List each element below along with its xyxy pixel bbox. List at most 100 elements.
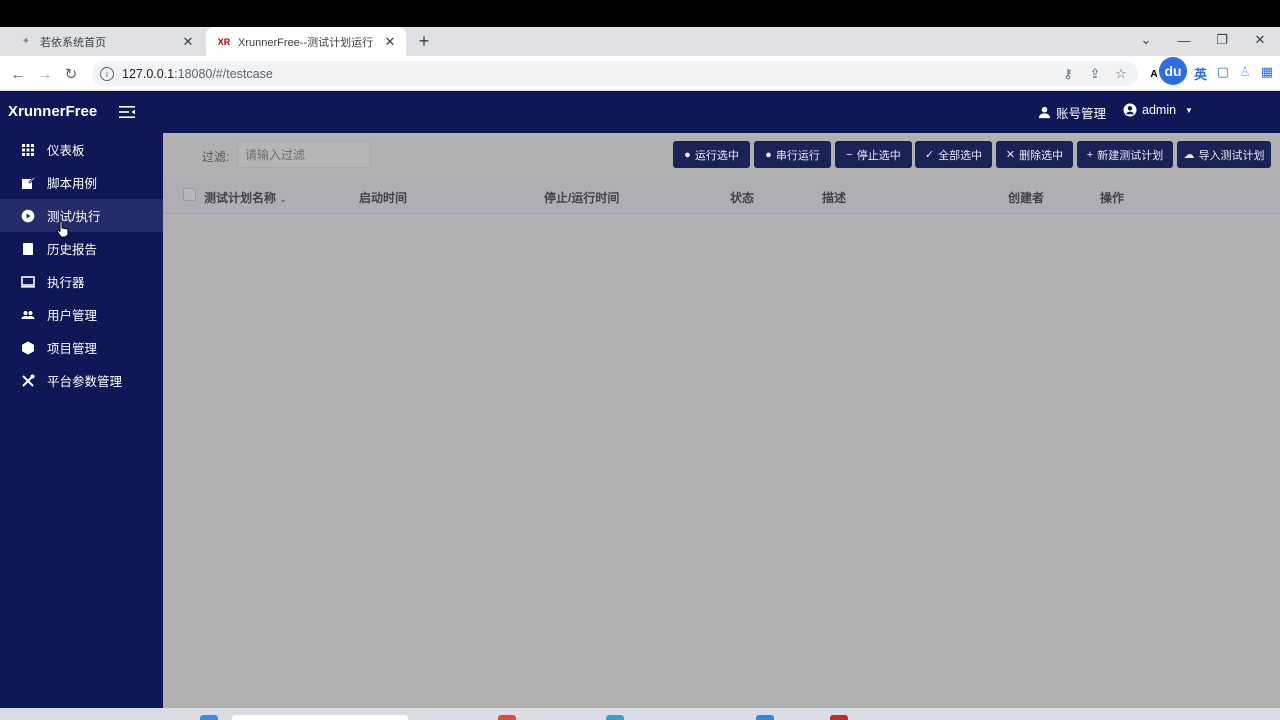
select-all-button[interactable]: ✓ 全部选中 <box>915 141 992 168</box>
button-label: 全部选中 <box>938 149 983 162</box>
column-header-start-time: 启动时间 <box>359 191 408 205</box>
address-bar[interactable]: i 127.0.0.1:18080/#/testcase <box>92 61 1138 86</box>
table-header: 测试计划名称 ⌄ 启动时间 停止/运行时间 状态 描述 创建者 操作 <box>163 176 1280 214</box>
sidebar-item-label: 仪表板 <box>47 144 85 158</box>
button-label: 删除选中 <box>1019 149 1064 162</box>
sidebar-item-platform-params[interactable]: 平台参数管理 <box>0 364 163 397</box>
tab-close-icon[interactable]: ✕ <box>382 34 398 50</box>
ruoyi-favicon-icon: ✦ <box>21 36 31 47</box>
taskbar-app-icon[interactable] <box>498 715 516 720</box>
sidebar-item-label: 历史报告 <box>47 243 98 257</box>
restore-icon[interactable]: ❐ <box>1204 27 1240 53</box>
cloud-upload-icon: ☁ <box>1183 149 1195 161</box>
input-method-label[interactable]: 英 <box>1194 64 1207 83</box>
account-management-link[interactable]: 账号管理 <box>1038 103 1106 122</box>
browser-tab-ruoyi[interactable]: ✦ 若依系统首页 ✕ <box>8 27 204 56</box>
forward-icon[interactable]: → <box>34 63 56 85</box>
filter-label: 过滤: <box>202 150 230 164</box>
cube-icon <box>22 341 34 354</box>
taskbar-app-icon[interactable] <box>606 715 624 720</box>
column-header-stop-run-time: 停止/运行时间 <box>544 191 620 205</box>
tab-title: XrunnerFree--测试计划运行 <box>238 36 374 49</box>
sidebar-item-label: 执行器 <box>47 276 85 290</box>
bookmark-star-icon[interactable]: ☆ <box>1112 65 1130 83</box>
app-header: XrunnerFree 账号管理 admin ▼ <box>0 91 1280 133</box>
x-icon: ✕ <box>1005 149 1016 161</box>
taskbar-app-icon[interactable] <box>756 715 774 720</box>
baidu-extension-icon[interactable]: du <box>1159 57 1187 85</box>
apps-grid-icon[interactable]: ▦ <box>1259 64 1275 80</box>
select-all-checkbox[interactable] <box>183 188 196 201</box>
menu-fold-icon[interactable] <box>118 103 136 121</box>
screen-top-bezel <box>0 0 1280 27</box>
key-icon[interactable]: ⚷ <box>1059 65 1077 83</box>
person-extension-icon[interactable]: ♙ <box>1237 64 1253 80</box>
browser-toolbar: ← → ↻ i 127.0.0.1:18080/#/testcase ⚷ ⇪ ☆… <box>0 56 1280 91</box>
site-info-icon[interactable]: i <box>100 66 114 81</box>
grid-icon <box>22 143 34 156</box>
brand-logo[interactable]: XrunnerFree <box>8 103 97 120</box>
xr-favicon-icon: XR <box>217 36 231 47</box>
import-test-plan-button[interactable]: ☁ 导入测试计划 <box>1177 141 1271 168</box>
taskbar-search-box[interactable] <box>232 715 408 720</box>
column-header-actions: 操作 <box>1100 191 1125 205</box>
minus-icon: − <box>846 148 853 161</box>
delete-selected-button[interactable]: ✕ 删除选中 <box>996 141 1073 168</box>
column-header-creator: 创建者 <box>1008 191 1045 205</box>
back-icon[interactable]: ← <box>7 63 29 85</box>
sidebar-item-label: 项目管理 <box>47 342 98 356</box>
column-header-status: 状态 <box>730 191 755 205</box>
app-root: XrunnerFree 账号管理 admin ▼ 仪表板 脚本用例 测试/执行 … <box>0 91 1280 708</box>
stop-selected-button[interactable]: − 停止选中 <box>835 141 912 168</box>
tab-search-chevron-icon[interactable]: ⌄ <box>1128 27 1164 53</box>
user-circle-icon <box>1123 103 1137 117</box>
toolbar: 过滤: ● 运行选中 ● 串行运行 − 停止选中 ✓ 全部选中 ✕ 删除选中 <box>163 133 1280 176</box>
minimize-icon[interactable]: — <box>1166 27 1202 53</box>
column-label: 测试计划名称 <box>204 191 277 205</box>
share-icon[interactable]: ⇪ <box>1086 65 1104 83</box>
url-host: 127.0.0.1 <box>122 66 175 81</box>
sidebar-item-label: 平台参数管理 <box>47 375 123 389</box>
book-icon <box>23 242 33 255</box>
sidebar-item-history-reports[interactable]: 历史报告 <box>0 232 163 265</box>
sidebar-item-project-management[interactable]: 项目管理 <box>0 331 163 364</box>
filter-input[interactable] <box>237 141 371 168</box>
run-selected-button[interactable]: ● 运行选中 <box>673 141 750 168</box>
button-label: 新建测试计划 <box>1097 149 1164 162</box>
sidebar-item-dashboard[interactable]: 仪表板 <box>0 133 163 166</box>
check-icon: ✓ <box>924 149 935 161</box>
reload-icon[interactable]: ↻ <box>60 63 82 85</box>
sidebar-item-user-management[interactable]: 用户管理 <box>0 298 163 331</box>
tab-close-icon[interactable]: ✕ <box>180 34 196 50</box>
new-test-plan-button[interactable]: + 新建测试计划 <box>1077 141 1173 168</box>
username-label: admin <box>1142 103 1177 117</box>
main-content: 过滤: ● 运行选中 ● 串行运行 − 停止选中 ✓ 全部选中 ✕ 删除选中 <box>163 133 1280 708</box>
tab-title: 若依系统首页 <box>40 36 106 49</box>
monitor-icon <box>21 275 35 288</box>
new-tab-icon[interactable]: + <box>414 27 434 56</box>
hand-cursor-icon <box>56 220 69 238</box>
window-close-icon[interactable]: ✕ <box>1242 27 1278 53</box>
url-path: :18080/#/testcase <box>174 66 273 81</box>
cup-extension-icon[interactable]: ▢ <box>1215 64 1231 80</box>
column-header-plan-name[interactable]: 测试计划名称 ⌄ <box>204 189 287 206</box>
account-management-label: 账号管理 <box>1056 107 1107 121</box>
taskbar-app-icon[interactable] <box>830 715 848 720</box>
sidebar-item-executors[interactable]: 执行器 <box>0 265 163 298</box>
sidebar-item-scripts[interactable]: 脚本用例 <box>0 166 163 199</box>
taskbar-start-icon[interactable] <box>200 715 218 720</box>
edit-icon <box>22 175 35 189</box>
tools-icon <box>22 374 35 387</box>
users-icon <box>21 310 35 319</box>
button-label: 串行运行 <box>775 149 820 162</box>
browser-tab-xrunner[interactable]: XR XrunnerFree--测试计划运行 ✕ <box>206 27 406 56</box>
plus-icon: + <box>1086 148 1094 161</box>
user-icon <box>1038 106 1051 119</box>
browser-tab-strip: ✦ 若依系统首页 ✕ XR XrunnerFree--测试计划运行 ✕ <box>0 27 1280 56</box>
caret-down-icon: ▼ <box>1185 105 1193 115</box>
sidebar-item-test-execute[interactable]: 测试/执行 <box>0 199 163 232</box>
clock-icon: ● <box>684 148 691 161</box>
play-circle-icon <box>21 209 35 222</box>
user-dropdown[interactable]: admin ▼ <box>1123 103 1193 117</box>
serial-run-button[interactable]: ● 串行运行 <box>754 141 831 168</box>
